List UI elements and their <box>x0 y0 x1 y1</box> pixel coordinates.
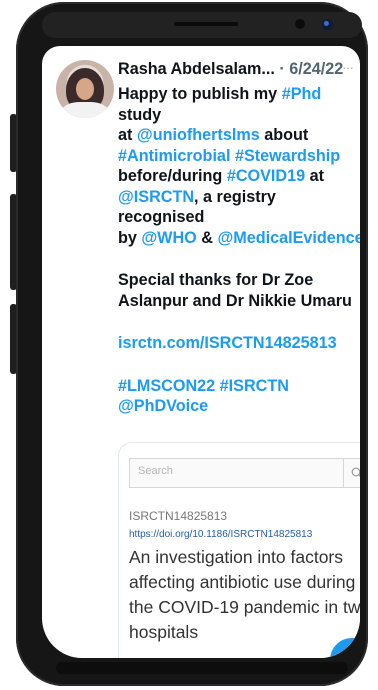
screen: Rasha Abdelsalam... · 6/24/22 ··· Happy … <box>42 46 360 658</box>
hashtag-link[interactable]: #Phd <box>282 85 322 103</box>
link-preview-card[interactable]: Search ISRCTN14825813 https://doi.org/10… <box>118 442 360 658</box>
tweet-line: Happy to publish my #Phd study <box>118 84 360 125</box>
thanks-line: Aslanpur and Dr Nikkie Umaru <box>118 291 352 310</box>
avatar-face <box>76 78 94 100</box>
tweet-text-segment: by <box>118 228 142 247</box>
hashtag-link[interactable]: #Stewardship <box>235 147 340 165</box>
tweet-date[interactable]: · 6/24/22 <box>275 60 343 78</box>
search-icon <box>351 467 360 477</box>
hashtags-line[interactable]: #LMSCON22 #ISRCTN <box>118 376 360 397</box>
phone-bottom-bezel <box>56 662 348 674</box>
tweet-line: #Antimicrobial #Stewardship <box>118 146 360 167</box>
study-title: An investigation into factors affecting … <box>129 547 360 642</box>
phdvoice-mention[interactable]: @PhDVoice <box>118 396 360 417</box>
search-input[interactable]: Search <box>138 465 173 477</box>
hashtag-link[interactable]: #COVID19 <box>227 167 305 185</box>
tweet-text-segment: at <box>118 126 137 144</box>
mention-link[interactable]: @MedicalEvidence <box>217 229 360 247</box>
avatar[interactable] <box>56 60 114 118</box>
mention-link[interactable]: @ISRCTN <box>118 188 194 206</box>
phone-frame: Rasha Abdelsalam... · 6/24/22 ··· Happy … <box>6 2 372 686</box>
tweet-text-segment: before/during <box>118 167 227 185</box>
tweet-text-segment: at <box>305 167 325 185</box>
proximity-sensor <box>295 19 305 29</box>
tweet-line: @ISRCTN, a registry recognised <box>118 187 360 228</box>
author-name[interactable]: Rasha Abdelsalam... <box>118 60 275 78</box>
more-icon[interactable]: ··· <box>342 59 354 75</box>
tweet-header: Rasha Abdelsalam... · 6/24/22 <box>118 60 356 79</box>
hashtag-link[interactable]: #Antimicrobial <box>118 147 230 165</box>
speaker-grille <box>174 22 238 26</box>
front-camera <box>322 19 333 30</box>
phone-body: Rasha Abdelsalam... · 6/24/22 ··· Happy … <box>16 2 368 686</box>
avatar-coat <box>62 102 108 118</box>
tweet-text-segment: study <box>118 105 162 124</box>
doi-link[interactable]: https://doi.org/10.1186/ISRCTN14825813 <box>129 529 312 540</box>
isrctn-link[interactable]: isrctn.com/ISRCTN14825813 <box>118 333 360 354</box>
tweet-lines: Happy to publish my #Phd study at @uniofh… <box>118 84 360 248</box>
mention-link[interactable]: @WHO <box>141 229 196 247</box>
tweet-text-segment: Happy to publish my <box>118 85 282 103</box>
tweet-line: at @uniofhertslms about <box>118 125 360 146</box>
tweet-text-segment: & <box>196 228 218 247</box>
tweet-line: by @WHO & @MedicalEvidence <box>118 228 360 249</box>
tweet-text: Happy to publish my #Phd study at @uniofh… <box>118 84 360 417</box>
tweet-text-segment: about <box>259 126 309 144</box>
thanks-line: Special thanks for Dr Zoe <box>118 271 314 289</box>
mention-link[interactable]: @uniofhertslms <box>137 126 260 144</box>
tweet-line: before/during #COVID19 at <box>118 166 360 187</box>
search-button[interactable] <box>343 459 360 487</box>
search-box: Search <box>129 458 360 488</box>
registration-id: ISRCTN14825813 <box>129 509 228 523</box>
